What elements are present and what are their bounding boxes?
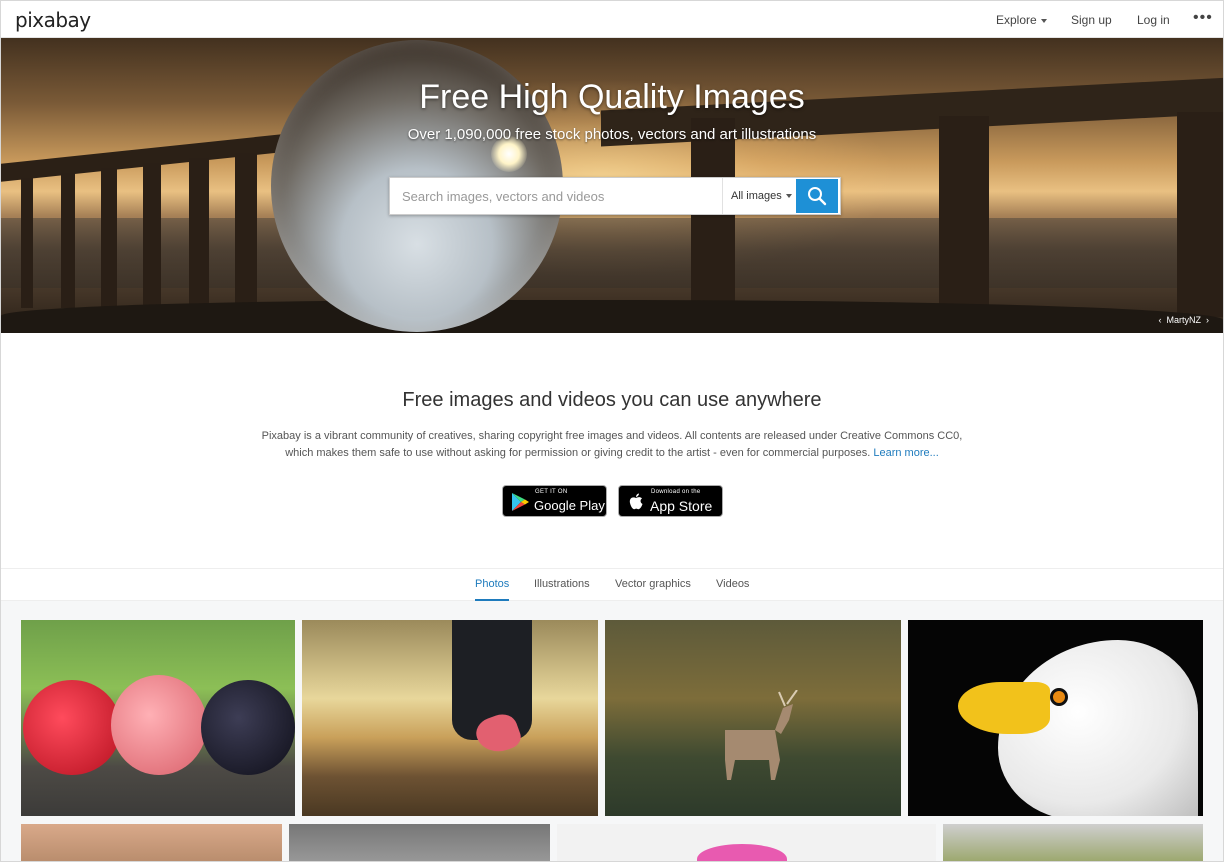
intro-text-line1: Pixabay is a vibrant community of creati… [261, 430, 963, 442]
chevron-down-icon [1040, 18, 1047, 23]
deer [725, 690, 798, 780]
image-tile-fruit[interactable] [943, 824, 1203, 861]
image-tile-eagle[interactable] [908, 620, 1203, 816]
explore-label: Explore [996, 13, 1037, 27]
photo-credit: ‹ MartyNZ › [1158, 315, 1209, 325]
pier-pillar [101, 168, 117, 308]
explore-menu[interactable]: Explore [996, 13, 1047, 27]
image-tile-deer[interactable] [605, 620, 901, 816]
search-bar: All images [389, 177, 841, 215]
sea [1, 218, 1223, 288]
berry-cup [201, 680, 295, 775]
berry-cup [111, 675, 207, 775]
pixabay-logo[interactable]: pixabay [15, 8, 91, 32]
image-tile-walking-legs[interactable] [302, 620, 598, 816]
hero-subtitle: Over 1,090,000 free stock photos, vector… [407, 126, 817, 143]
image-tile-animal[interactable] [289, 824, 550, 861]
intro-text: Pixabay is a vibrant community of creati… [201, 428, 1023, 462]
learn-more-link[interactable]: Learn more... [873, 447, 938, 459]
eagle-eye [1050, 688, 1068, 706]
sign-up-link[interactable]: Sign up [1071, 13, 1112, 27]
eagle-beak [958, 682, 1050, 734]
media-tabs: Photos Illustrations Vector graphics Vid… [1, 568, 1223, 601]
media-type-label: All images [731, 190, 782, 202]
image-tile-drawing[interactable] [21, 824, 282, 861]
tab-photos[interactable]: Photos [475, 578, 510, 601]
google-play-badge[interactable]: GET IT ON Google Play [502, 485, 607, 517]
pier-pillar [21, 178, 33, 308]
app-store-badge[interactable]: Download on the App Store [618, 485, 723, 517]
hero-banner: Free High Quality Images Over 1,090,000 … [1, 38, 1223, 333]
media-type-select[interactable]: All images [722, 178, 796, 214]
google-play-small-text: GET IT ON [535, 489, 568, 495]
top-bar: pixabay Explore Sign up Log in ••• [1, 1, 1223, 38]
log-in-link[interactable]: Log in [1137, 13, 1170, 27]
search-icon [808, 187, 827, 206]
intro-text-line2: which makes them safe to use without ask… [285, 447, 871, 459]
apple-icon [629, 493, 643, 510]
rocks [1, 300, 1223, 333]
google-play-label: Google Play [534, 498, 605, 513]
more-menu-icon[interactable]: ••• [1193, 9, 1213, 27]
pier-pillar [691, 118, 735, 313]
app-store-small-text: Download on the [651, 489, 701, 495]
tab-illustrations[interactable]: Illustrations [534, 578, 590, 590]
hero-title: Free High Quality Images [419, 78, 805, 116]
tab-vector-graphics[interactable]: Vector graphics [615, 578, 691, 590]
app-store-label: App Store [650, 498, 713, 514]
page: pixabay Explore Sign up Log in ••• Free … [0, 0, 1224, 862]
pier-pillar [235, 153, 257, 308]
pier-pillar [61, 173, 75, 308]
chevron-right-icon[interactable]: › [1206, 315, 1209, 325]
intro-title: Free images and videos you can use anywh… [402, 389, 822, 411]
image-tile-berries[interactable] [21, 620, 295, 816]
chevron-left-icon[interactable]: ‹ [1158, 315, 1161, 325]
pier-pillar [189, 158, 209, 308]
flower [697, 844, 787, 861]
berry-cup [23, 680, 121, 775]
image-tile-flower[interactable] [557, 824, 936, 861]
tab-videos[interactable]: Videos [716, 578, 749, 590]
google-play-icon [512, 493, 529, 511]
search-button[interactable] [796, 179, 838, 213]
pier-pillar [939, 116, 989, 316]
pier-pillar [143, 163, 161, 308]
chevron-down-icon [785, 194, 792, 199]
photo-credit-author[interactable]: MartyNZ [1166, 315, 1201, 325]
search-input[interactable] [390, 178, 722, 214]
